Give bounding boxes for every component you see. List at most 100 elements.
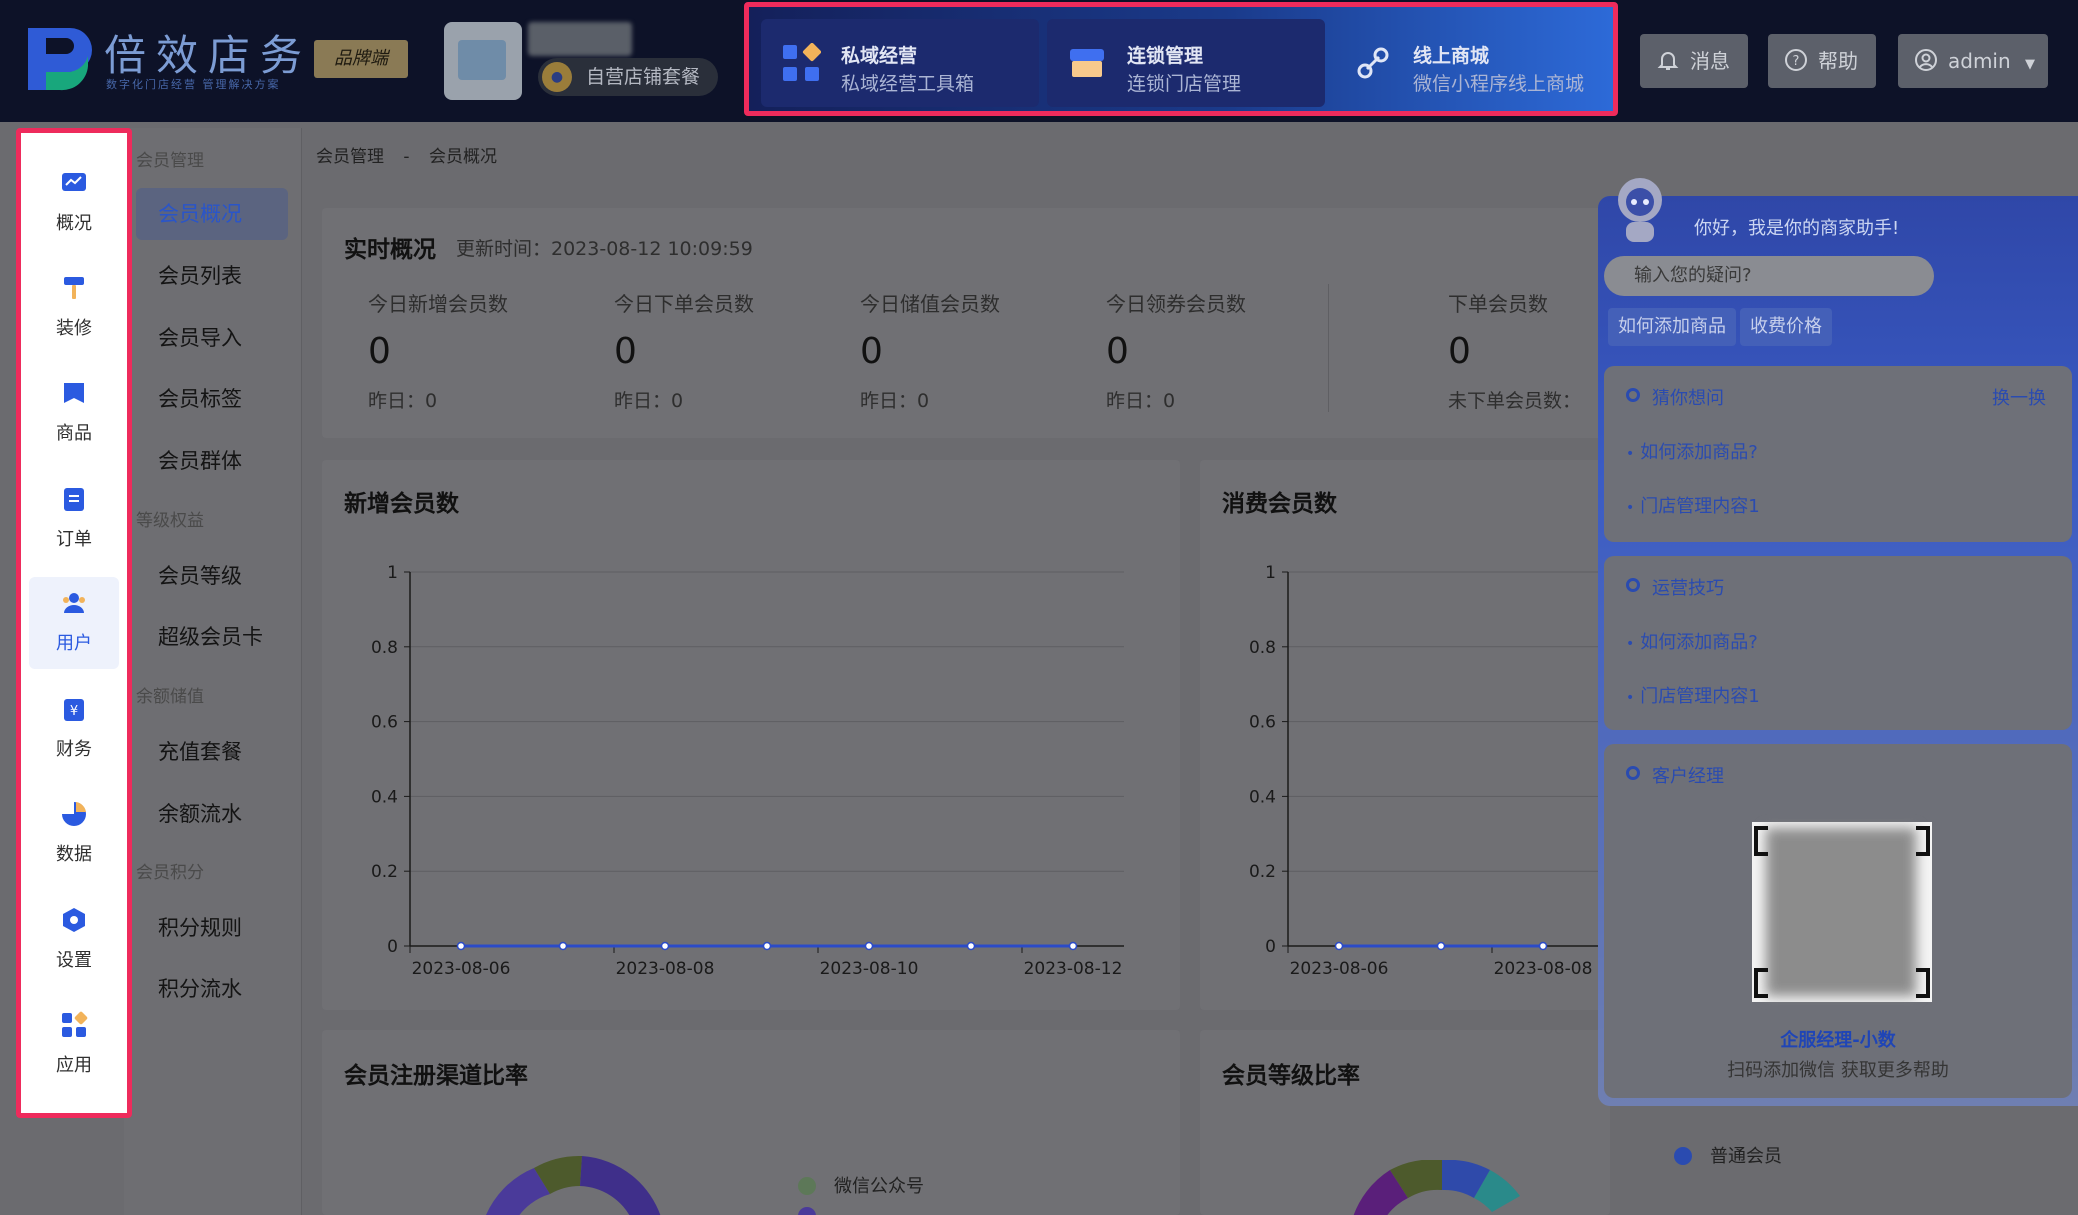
consume-members-panel: 消费会员数 0 0.2 0.4 0.6 0.8 1 2023-08-06 2023-08-08	[1200, 460, 1610, 1010]
level-donut	[1353, 1160, 1520, 1215]
robot-assistant-icon	[1618, 178, 1662, 242]
nav-item-settings[interactable]: 设置	[29, 894, 119, 986]
data-point	[456, 941, 466, 951]
data-point	[660, 941, 670, 951]
data-point	[864, 941, 874, 951]
stat-label: 今日领券会员数	[1106, 292, 1246, 316]
guess-link[interactable]: 门店管理内容1	[1626, 492, 1759, 518]
brand-logo-icon	[28, 28, 92, 91]
menu-item-member-import[interactable]: 会员导入	[136, 312, 288, 364]
primary-nav-rail: 概况 装修 商品 订单 用户 ¥ 财务 数据 设置 应用	[16, 128, 132, 1118]
help-button[interactable]: ? 帮助	[1768, 34, 1876, 88]
legend-regular-member: 普通会员	[1674, 1142, 1782, 1168]
nav-item-finance[interactable]: ¥ 财务	[29, 683, 119, 775]
tips-link[interactable]: 如何添加商品?	[1626, 628, 1758, 654]
assistant-guess-card: 猜你想问 换一换 如何添加商品? 门店管理内容1	[1604, 366, 2072, 542]
menu-item-member-levels[interactable]: 会员等级	[136, 550, 288, 602]
feature-subtitle: 私域经营工具箱	[841, 73, 975, 95]
channel-ratio-panel: 会员注册渠道比率 微信公众号	[322, 1030, 1180, 1215]
menu-group-title: 余额储值	[136, 687, 204, 707]
gear-hex-icon	[63, 908, 85, 932]
stat-yesterday: 昨日：0	[1106, 390, 1176, 412]
manager-name: 企服经理-小数	[1780, 1030, 1896, 1051]
nav-label: 设置	[56, 950, 92, 971]
x-tick-label: 2023-08-06	[412, 959, 511, 979]
feature-online-mall[interactable]: 线上商城 微信小程序线上商城	[1333, 19, 1611, 107]
store-package-label: 自营店铺套餐	[586, 66, 701, 88]
stat-label: 下单会员数	[1448, 292, 1548, 316]
store-avatar[interactable]	[444, 22, 522, 100]
breadcrumb-item[interactable]: 会员管理	[316, 147, 384, 167]
nav-label: 商品	[56, 423, 92, 444]
guess-link[interactable]: 如何添加商品?	[1626, 438, 1758, 464]
nav-item-orders[interactable]: 订单	[29, 473, 119, 565]
store-name-redacted	[528, 22, 632, 56]
tips-link[interactable]: 门店管理内容1	[1626, 682, 1759, 708]
y-tick-label: 0.8	[371, 638, 398, 658]
feature-private-domain[interactable]: 私域经营 私域经营工具箱	[761, 19, 1039, 107]
assistant-chip-pricing[interactable]: 收费价格	[1740, 308, 1832, 346]
stat-value: 0	[368, 331, 391, 372]
assistant-chip-add-product[interactable]: 如何添加商品	[1608, 308, 1736, 346]
level-ratio-title: 会员等级比率	[1222, 1063, 1360, 1089]
stat-unordered: 未下单会员数：	[1448, 390, 1582, 412]
secondary-menu: 会员管理 会员概况 会员列表 会员导入 会员标签 会员群体 等级权益 会员等级 …	[124, 128, 302, 1215]
nav-item-apps[interactable]: 应用	[29, 999, 119, 1091]
yuan-wallet-icon: ¥	[64, 699, 84, 721]
stat-yesterday: 昨日：0	[860, 390, 930, 412]
feature-chain-management[interactable]: 连锁管理 连锁门店管理	[1047, 19, 1325, 107]
menu-item-points-flow[interactable]: 积分流水	[136, 963, 288, 1015]
menu-item-recharge-plans[interactable]: 充值套餐	[136, 726, 288, 778]
data-point	[1436, 941, 1446, 951]
assistant-manager-card: 客户经理 企服经理-小数 扫码添加微信 获取更多帮助	[1604, 744, 2072, 1098]
y-tick-label: 1	[387, 563, 398, 583]
nav-label: 装修	[56, 318, 92, 339]
swap-link[interactable]: 换一换	[1992, 384, 2046, 410]
menu-group-title: 等级权益	[136, 511, 204, 531]
menu-item-member-list[interactable]: 会员列表	[136, 250, 288, 302]
nav-label: 财务	[56, 739, 92, 760]
stat-label: 今日下单会员数	[614, 292, 754, 316]
y-tick-label: 0.2	[1249, 862, 1276, 882]
menu-item-super-card[interactable]: 超级会员卡	[136, 611, 288, 663]
menu-item-member-groups[interactable]: 会员群体	[136, 435, 288, 487]
data-point	[1538, 941, 1548, 951]
nav-item-products[interactable]: 商品	[29, 367, 119, 459]
nav-item-overview[interactable]: 概况	[29, 157, 119, 249]
help-label: 帮助	[1818, 49, 1858, 73]
menu-item-member-tags[interactable]: 会员标签	[136, 373, 288, 425]
bell-icon	[1657, 52, 1679, 70]
chart-board-icon	[62, 173, 86, 191]
nav-label: 用户	[56, 633, 92, 654]
legend-dot	[798, 1177, 816, 1195]
tips-title: 运营技巧	[1626, 574, 1724, 600]
qr-code	[1752, 822, 1932, 1002]
menu-item-balance-flow[interactable]: 余额流水	[136, 788, 288, 840]
level-ratio-panel: 会员等级比率	[1200, 1030, 1610, 1215]
messages-button[interactable]: 消息	[1640, 34, 1748, 88]
legend-label: 普通会员	[1710, 1146, 1782, 1167]
users-icon	[63, 593, 85, 613]
y-tick-label: 0	[1265, 937, 1276, 957]
feature-highlight-box: 私域经营 私域经营工具箱 连锁管理 连锁门店管理 线上商城 微信小程序线上商城	[744, 2, 1618, 116]
channel-ratio-title: 会员注册渠道比率	[344, 1063, 528, 1089]
y-tick-label: 0.6	[371, 713, 398, 733]
store-package-badge[interactable]: ● 自营店铺套餐	[538, 58, 718, 96]
assistant-question-input[interactable]: 输入您的疑问?	[1604, 256, 1934, 296]
user-menu-button[interactable]: admin ▼	[1898, 34, 2048, 88]
messages-label: 消息	[1690, 49, 1730, 73]
new-members-chart: 0 0.2 0.4 0.6 0.8 1 2023-08-06 2023-08-08 2023-0…	[371, 563, 1124, 979]
y-tick-label: 1	[1265, 563, 1276, 583]
nav-item-data[interactable]: 数据	[29, 788, 119, 880]
nav-item-users[interactable]: 用户	[29, 577, 119, 669]
stat-today-ordered: 今日下单会员数 0 昨日：0	[614, 288, 754, 413]
product-book-icon	[64, 383, 84, 403]
feature-title: 线上商城	[1413, 45, 1490, 67]
menu-item-member-overview[interactable]: 会员概况	[136, 188, 288, 240]
y-tick-label: 0.4	[371, 787, 398, 807]
menu-item-points-rules[interactable]: 积分规则	[136, 902, 288, 954]
nav-item-decoration[interactable]: 装修	[29, 262, 119, 354]
stat-yesterday: 昨日：0	[614, 390, 684, 412]
stat-value: 0	[614, 331, 637, 372]
stat-today-stored: 今日储值会员数 0 昨日：0	[860, 288, 1000, 413]
